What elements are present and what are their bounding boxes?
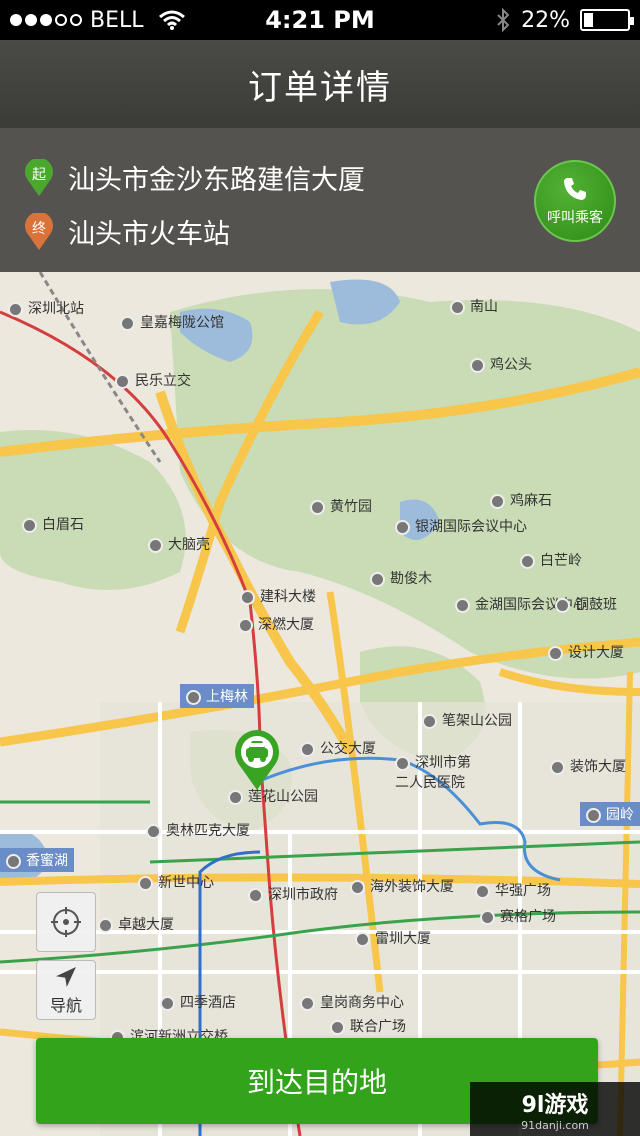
navigation-button[interactable]: 导航 [36,960,96,1020]
call-passenger-label: 呼叫乘客 [547,210,603,226]
crosshair-icon [51,907,81,937]
map-poi: 笔架山公园 [422,710,512,730]
map-poi: 设计大厦 [548,642,624,662]
end-pin-icon: 终 [24,212,54,251]
status-bar: BELL 4:21 PM 22% [0,0,640,40]
map-poi: 建科大楼 [240,586,316,606]
map-poi: 深圳北站 [8,298,84,318]
route-panel: 起 汕头市金沙东路建信大厦 终 汕头市火车站 呼叫乘客 [0,128,640,272]
phone-icon [564,178,586,200]
map-poi: 联合广场 [330,1016,406,1036]
end-location-row: 终 汕头市火车站 [24,212,230,251]
map-poi: 鸡公头 [470,354,532,374]
wifi-icon [158,10,185,30]
watermark-logo: 9l游戏 91danji.com [470,1082,640,1136]
map-poi: 雷圳大厦 [355,928,431,948]
map-poi: 公交大厦 [300,738,376,758]
map-poi: 深燃大厦 [238,614,314,634]
map-district-label: 香蜜湖 [0,848,74,872]
start-address: 汕头市金沙东路建信大厦 [68,165,365,196]
map-poi: 海外装饰大厦 [350,876,454,896]
map-poi: 南山 [450,296,498,316]
map-view[interactable]: 深圳北站 皇嘉梅陇公馆 南山 民乐立交 鸡公头 黄竹园 鸡麻石 白眉石 银湖国际… [0,272,640,1136]
signal-strength-icon [10,14,82,26]
navigation-bar: 订单详情 [0,40,640,128]
start-pin-icon: 起 [24,158,54,197]
carrier-name: BELL [90,7,144,33]
map-poi: 银湖国际会议中心 [395,516,527,536]
map-poi: 鸡麻石 [490,490,552,510]
watermark-main-text: 9l游戏 [521,1092,589,1118]
battery-icon [580,9,634,31]
battery-percent: 22% [521,7,570,33]
map-poi: 皇嘉梅陇公馆 [120,312,224,332]
map-poi: 皇岗商务中心 [300,992,404,1012]
map-poi: 新世中心 [138,872,214,892]
map-poi: 铜鼓班 [555,594,617,614]
call-passenger-button[interactable]: 呼叫乘客 [534,160,616,242]
bluetooth-icon [497,8,510,32]
map-district-label: 上梅林 [180,684,254,708]
map-poi: 奥林匹克大厦 [146,820,250,840]
map-poi: 装饰大厦 [550,756,626,776]
map-poi: 深圳市政府 [248,884,338,904]
locate-button[interactable] [36,892,96,952]
watermark-sub-text: 91danji.com [521,1118,589,1132]
map-poi: 勘俊木 [370,568,432,588]
map-poi: 白眉石 [22,514,84,534]
map-poi: 深圳市第二人民医院 [395,752,475,792]
map-poi: 卓越大厦 [98,914,174,934]
map-poi: 民乐立交 [115,370,191,390]
map-poi: 黄竹园 [310,496,372,516]
navigation-label: 导航 [49,996,82,1015]
end-address: 汕头市火车站 [68,219,230,250]
start-location-row: 起 汕头市金沙东路建信大厦 [24,158,365,197]
map-poi: 华强广场 [475,880,551,900]
map-poi: 白芒岭 [520,550,582,570]
navigation-arrow-icon [56,967,76,987]
page-title: 订单详情 [248,67,392,108]
taxi-location-marker[interactable] [232,728,282,792]
map-poi: 赛格广场 [480,906,556,926]
map-poi: 大脑壳 [148,534,210,554]
map-poi: 四季酒店 [160,992,236,1012]
map-district-label: 园岭 [580,802,640,826]
